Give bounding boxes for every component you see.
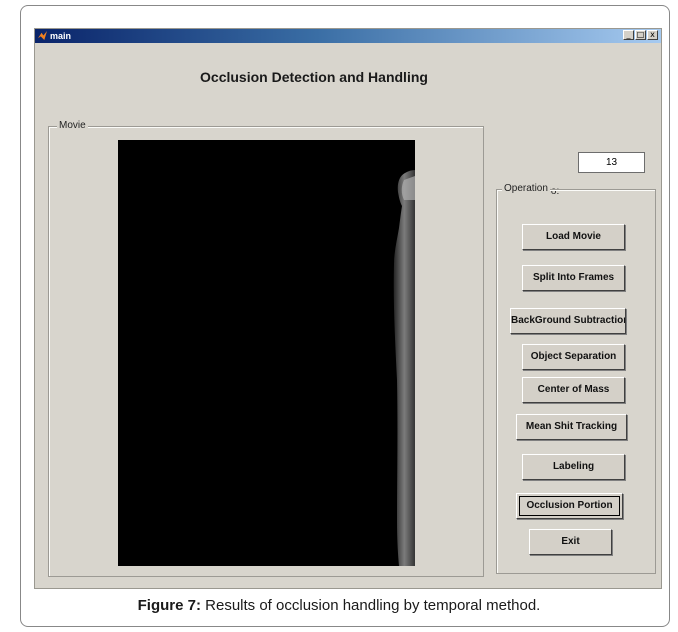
- title-bar[interactable]: main _ □ x: [35, 29, 661, 43]
- background-subtraction-button[interactable]: BackGround Subtraction: [510, 308, 626, 334]
- object-separation-button[interactable]: Object Separation: [522, 344, 625, 370]
- center-of-mass-button[interactable]: Center of Mass: [522, 377, 625, 403]
- mean-shift-tracking-button[interactable]: Mean Shit Tracking: [516, 414, 627, 440]
- window-title: main: [50, 31, 72, 41]
- split-into-frames-button[interactable]: Split Into Frames: [522, 265, 625, 291]
- maximize-button[interactable]: □: [635, 30, 646, 40]
- occlusion-portion-button[interactable]: Occlusion Portion: [516, 493, 623, 519]
- app-window: main _ □ x Occlusion Detection and Handl…: [34, 28, 662, 589]
- figure-caption-text: Results of occlusion handling by tempora…: [200, 597, 541, 614]
- exit-button[interactable]: Exit: [529, 529, 612, 555]
- frame-number-field[interactable]: [578, 152, 645, 173]
- person-silhouette: [393, 170, 415, 566]
- load-movie-button[interactable]: Load Movie: [522, 224, 625, 250]
- matlab-icon: [38, 31, 47, 40]
- page-title-row: Occlusion Detection and Handling: [35, 69, 661, 85]
- labeling-button[interactable]: Labeling: [522, 454, 625, 480]
- page-title: Occlusion Detection and Handling: [200, 69, 428, 85]
- minimize-button[interactable]: _: [623, 30, 634, 40]
- movie-panel-legend: Movie: [57, 119, 88, 133]
- figure-caption-label: Figure 7:: [137, 597, 201, 614]
- close-button[interactable]: x: [647, 30, 658, 40]
- movie-display: [118, 140, 415, 566]
- operation-panel-legend: Operation: [502, 182, 550, 196]
- figure-caption: Figure 7: Results of occlusion handling …: [0, 597, 678, 614]
